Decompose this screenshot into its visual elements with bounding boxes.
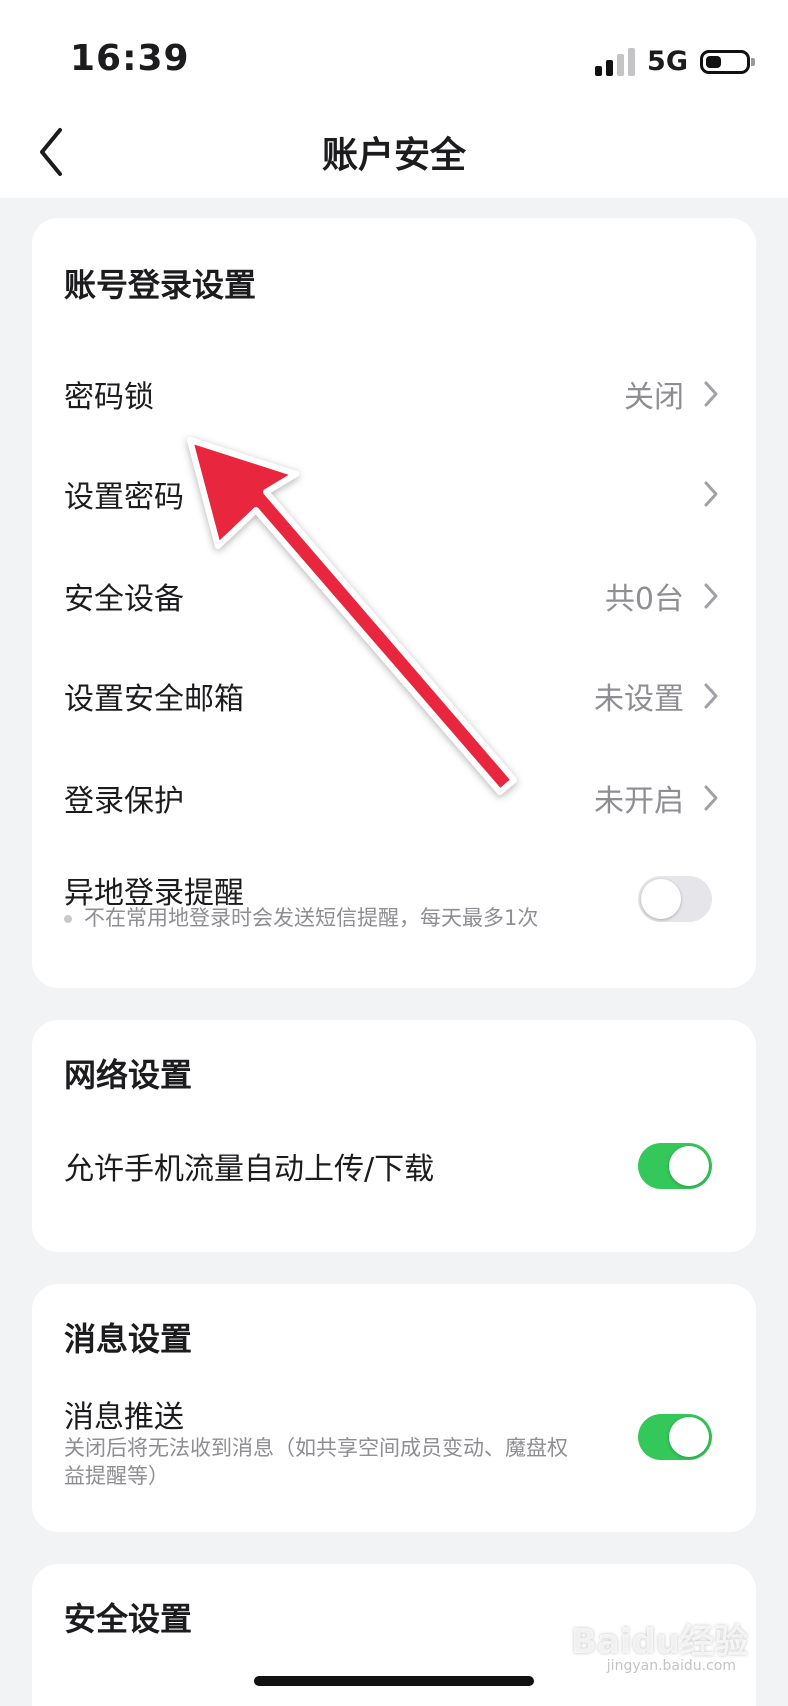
page-title: 账户安全 xyxy=(321,135,466,176)
chevron-right-icon xyxy=(704,785,718,811)
baidu-watermark-url: jingyan.baidu.com xyxy=(606,1658,736,1674)
push-description-line2: 益提醒等） xyxy=(64,1464,169,1488)
row-value: 未设置 xyxy=(594,682,684,717)
row-security-devices[interactable]: 安全设备 共0台 xyxy=(32,556,756,636)
home-indicator[interactable] xyxy=(254,1676,534,1686)
row-label: 密码锁 xyxy=(64,380,154,415)
cellular-transfer-label: 允许手机流量自动上传/下载 xyxy=(64,1152,435,1187)
network-card: 网络设置 允许手机流量自动上传/下载 xyxy=(32,1020,756,1252)
row-password-lock[interactable]: 密码锁 关闭 xyxy=(32,354,756,434)
row-label: 设置密码 xyxy=(64,480,184,515)
remote-login-toggle[interactable] xyxy=(638,876,712,922)
section-title-messages: 消息设置 xyxy=(64,1320,193,1358)
cellular-transfer-toggle[interactable] xyxy=(638,1143,712,1189)
top-bar: 16:39 5G 账户安全 xyxy=(0,0,788,198)
section-title-account-login: 账号登录设置 xyxy=(64,266,257,304)
status-time: 16:39 xyxy=(70,38,190,79)
account-login-card: 账号登录设置 密码锁 关闭 设置密码 安全设备 共0台 设置安全邮箱 未设置 登… xyxy=(32,218,756,988)
bullet-dot xyxy=(64,915,72,923)
chevron-right-icon xyxy=(704,583,718,609)
section-title-security: 安全设置 xyxy=(64,1600,193,1638)
row-label: 登录保护 xyxy=(64,784,184,819)
push-description-line1: 关闭后将无法收到消息（如共享空间成员变动、魔盘权 xyxy=(64,1436,568,1460)
status-icons: 5G xyxy=(595,46,755,77)
row-value: 共0台 xyxy=(604,582,684,617)
remote-login-description: 不在常用地登录时会发送短信提醒，每天最多1次 xyxy=(64,904,538,932)
remote-login-description-text: 不在常用地登录时会发送短信提醒，每天最多1次 xyxy=(84,906,539,930)
baidu-watermark: Baidu经验 xyxy=(570,1622,748,1662)
messages-card: 消息设置 消息推送 关闭后将无法收到消息（如共享空间成员变动、魔盘权 益提醒等） xyxy=(32,1284,756,1532)
signal-icon xyxy=(595,47,636,76)
chevron-right-icon xyxy=(704,683,718,709)
battery-icon xyxy=(700,49,755,74)
section-title-network: 网络设置 xyxy=(64,1056,193,1094)
row-set-password[interactable]: 设置密码 xyxy=(32,454,756,534)
row-login-protection[interactable]: 登录保护 未开启 xyxy=(32,758,756,838)
row-value: 未开启 xyxy=(594,784,684,819)
row-security-email[interactable]: 设置安全邮箱 未设置 xyxy=(32,656,756,736)
row-label: 设置安全邮箱 xyxy=(64,682,244,717)
row-label: 安全设备 xyxy=(64,582,184,617)
network-type: 5G xyxy=(647,46,688,77)
push-toggle[interactable] xyxy=(638,1414,712,1460)
chevron-right-icon xyxy=(704,381,718,407)
push-description: 关闭后将无法收到消息（如共享空间成员变动、魔盘权 益提醒等） xyxy=(64,1434,568,1490)
chevron-right-icon xyxy=(704,481,718,507)
push-label: 消息推送 xyxy=(64,1400,184,1435)
row-value: 关闭 xyxy=(624,380,684,415)
